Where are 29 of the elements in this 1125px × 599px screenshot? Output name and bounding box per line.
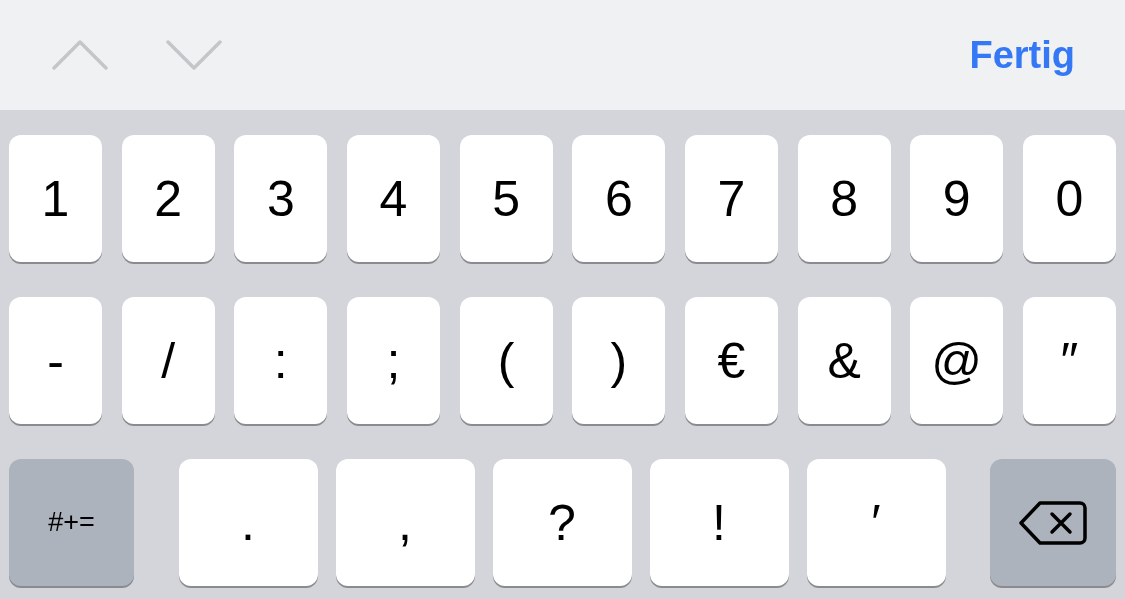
key[interactable]: .	[178, 459, 318, 586]
key[interactable]: 1	[9, 135, 102, 262]
key[interactable]: -	[9, 297, 102, 424]
key[interactable]: 2	[121, 135, 215, 262]
delete-key[interactable]	[990, 459, 1116, 586]
done-button[interactable]: Fertig	[969, 26, 1075, 84]
key[interactable]: 5	[459, 135, 553, 262]
key[interactable]: &	[797, 297, 891, 424]
key[interactable]: €	[684, 297, 778, 424]
key[interactable]: )	[572, 297, 666, 424]
key[interactable]: ,	[335, 459, 475, 586]
key[interactable]: 6	[572, 135, 666, 262]
key[interactable]: 0	[1022, 135, 1116, 262]
key[interactable]: ′	[806, 459, 946, 586]
key[interactable]: 8	[797, 135, 891, 262]
key[interactable]: /	[121, 297, 215, 424]
key[interactable]: ?	[492, 459, 632, 586]
key[interactable]: 4	[346, 135, 440, 262]
key[interactable]: 3	[234, 135, 328, 262]
key[interactable]: :	[234, 297, 328, 424]
key[interactable]: !	[649, 459, 789, 586]
key[interactable]: 7	[684, 135, 778, 262]
mode-key[interactable]: #+=	[9, 459, 134, 586]
key[interactable]: (	[459, 297, 553, 424]
key[interactable]: ″	[1022, 297, 1116, 424]
key[interactable]: ;	[346, 297, 440, 424]
key[interactable]: 9	[910, 135, 1004, 262]
backspace-icon	[1018, 499, 1088, 546]
key[interactable]: @	[910, 297, 1004, 424]
